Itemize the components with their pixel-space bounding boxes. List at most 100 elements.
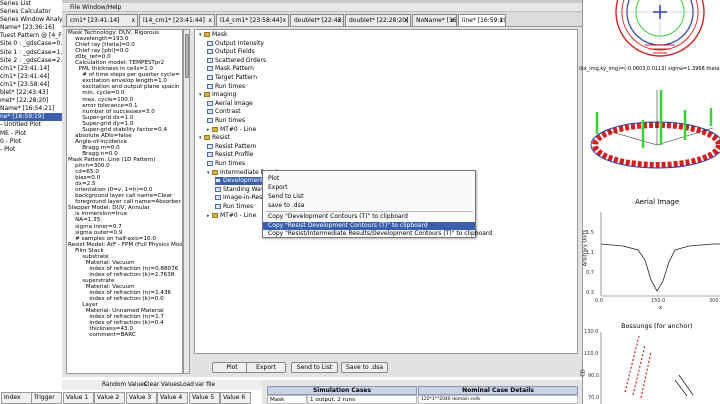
- plot-list-item[interactable]: Site 0 : _gdsCase=0.0: [0, 40, 62, 48]
- bossung-plot: [600, 332, 694, 404]
- tab-label: l14_cm1* [23:41:44]: [143, 17, 205, 24]
- close-icon[interactable]: x: [337, 15, 341, 26]
- aerial-ytick: 1.1: [586, 250, 594, 256]
- case-value: 1 output, 2 runs: [307, 395, 417, 404]
- simulation-cases-header: Simulation Cases: [267, 386, 417, 395]
- context-menu-item[interactable]: Copy "Resist Development Contours (T)" t…: [263, 222, 475, 230]
- plot-list-item[interactable]: Series List: [0, 0, 62, 8]
- tree-node[interactable]: ▸ MT#0 - Line: [207, 212, 256, 220]
- random-values-button[interactable]: Random Values: [102, 380, 147, 390]
- save-dsa-button[interactable]: Save to .dsa: [341, 362, 388, 373]
- plot-list-item[interactable]: Series Window Analyzer: [0, 16, 62, 24]
- tab-4[interactable]: doublet* [22:28:20] x: [345, 14, 411, 26]
- tree-node[interactable]: ▸ MT#0 - Line: [207, 126, 256, 134]
- plot-list-item[interactable]: - Plot: [0, 146, 62, 154]
- tree-node[interactable]: ▾ Imaging: [199, 91, 236, 99]
- plot-list-panel: Series List Series Calculator Series Windo…: [0, 0, 62, 404]
- table-column-header[interactable]: Value 6: [220, 392, 251, 404]
- tree-node[interactable]: Aerial Image: [207, 100, 253, 108]
- tree-node[interactable]: Run times: [207, 83, 245, 91]
- tab-1[interactable]: l14_cm1* [23:41:44] x: [139, 14, 215, 26]
- context-menu-item[interactable]: Copy "Development Contours (T)" to clipb…: [263, 213, 475, 221]
- table-column-header[interactable]: Value 3: [126, 392, 157, 404]
- menu-file[interactable]: File: [70, 3, 80, 12]
- table-column-header[interactable]: Value 2: [94, 392, 125, 404]
- send-to-list-button[interactable]: Send to List: [291, 362, 338, 373]
- table-column-header[interactable]: Value 4: [157, 392, 188, 404]
- close-icon[interactable]: x: [131, 15, 135, 26]
- plot-list-item[interactable]: Name* [23:36:16]: [0, 24, 62, 32]
- series-table-header: Index Trigger Value 1 Value 2 Value 3 Value 4…: [0, 390, 262, 404]
- plot-list-item[interactable]: ne* [16:59:19]: [0, 113, 62, 122]
- plot-list-item[interactable]: met* [22:28:20]: [0, 97, 62, 105]
- var-file-button[interactable]: var file: [195, 380, 215, 390]
- menubar: File Window/Help: [62, 3, 582, 12]
- close-icon[interactable]: x: [282, 15, 286, 26]
- context-menu-item[interactable]: Plot: [263, 175, 475, 183]
- tree-node[interactable]: Development: [215, 177, 264, 186]
- tree-node[interactable]: Target Pattern: [207, 74, 257, 82]
- folder-icon: [204, 135, 210, 141]
- case-name[interactable]: Mask: [267, 395, 307, 404]
- plot-list-item[interactable]: Tuest Pattern @ [4_FF: [0, 32, 62, 40]
- plot-list-item[interactable]: Site 2 : _gdsCase=2.0: [0, 57, 62, 65]
- aerial-x-label: x: [659, 305, 662, 311]
- plot-list-item[interactable]: Series Calculator: [0, 8, 62, 16]
- export-button[interactable]: Export: [246, 362, 286, 373]
- tree-node[interactable]: Output Intensity: [207, 40, 264, 48]
- tree-node[interactable]: ▾ Resist: [199, 134, 230, 142]
- plot-list-item[interactable]: 0 - Plot: [0, 138, 62, 146]
- settings-line: Resist Model: ArF - FPM (Full Physics Mo…: [68, 241, 182, 248]
- settings-scrollbar[interactable]: [183, 29, 190, 374]
- close-icon[interactable]: x: [499, 15, 503, 26]
- plot-item-icon: [207, 75, 213, 80]
- plot-list-item[interactable]: blet* [22:43:43]: [0, 89, 62, 97]
- tree-node[interactable]: Mask Pattern: [207, 65, 254, 73]
- tree-node[interactable]: Output Fields: [207, 48, 255, 56]
- tab-0[interactable]: cm1* [23:41:14] x: [66, 14, 138, 26]
- plot-list-item[interactable]: cm1* [23:58:44]: [0, 81, 62, 89]
- tree-node[interactable]: Run times: [215, 203, 253, 211]
- table-column-header[interactable]: Index: [1, 392, 32, 404]
- context-menu-item[interactable]: Export: [263, 184, 475, 192]
- tree-node-label: MT#0 - Line: [220, 125, 257, 133]
- tree-node[interactable]: Standing Wave: [215, 186, 268, 194]
- table-column-header[interactable]: Value 5: [189, 392, 220, 404]
- tree-node[interactable]: Run times: [207, 160, 245, 168]
- plot-item-icon: [207, 83, 213, 89]
- context-menu-item[interactable]: save to .dsa: [263, 202, 475, 210]
- tree-node[interactable]: Contrast: [207, 108, 241, 116]
- tab-2[interactable]: l14_cm1* [23:58:44] x: [216, 14, 289, 26]
- context-menu-item[interactable]: Send to List: [263, 193, 475, 201]
- tree-node[interactable]: ▾ Mask: [199, 31, 227, 39]
- plot-list-item[interactable]: cm1* [23:41:44]: [0, 73, 62, 81]
- aerial-xtick: 300: [709, 298, 719, 304]
- plot-item-icon: [207, 143, 213, 149]
- plot-list-item[interactable]: cm1* [23:41:14]: [0, 65, 62, 73]
- plot-list-item[interactable]: - Untitled Plot: [0, 121, 62, 129]
- menu-window-help[interactable]: Window/Help: [82, 3, 121, 12]
- load-button[interactable]: Load: [180, 380, 194, 390]
- table-column-header[interactable]: Value 1: [63, 392, 94, 404]
- tree-node-label: Scattered Orders: [215, 56, 267, 64]
- close-icon[interactable]: x: [450, 15, 454, 26]
- plot-list-item[interactable]: Name* [16:54:21]: [0, 105, 62, 113]
- tab-6[interactable]: line* [16:59:19] x: [458, 14, 506, 26]
- tree-node[interactable]: Scattered Orders: [207, 57, 266, 65]
- plot-list-item[interactable]: ME - Plot: [0, 130, 62, 138]
- tab-3[interactable]: doublet* [22:43:43]x: [290, 14, 344, 26]
- plot-list-item[interactable]: Site 1 : _gdsCase=1.0: [0, 49, 62, 57]
- plot-item-icon: [207, 49, 213, 55]
- tree-node[interactable]: Resist Profile: [207, 151, 253, 159]
- close-icon[interactable]: x: [208, 15, 212, 26]
- scrollbar-thumb[interactable]: [185, 34, 189, 78]
- tree-node[interactable]: Run times: [207, 117, 245, 125]
- clear-values-button[interactable]: Clear Values: [144, 380, 180, 390]
- folder-icon: [204, 92, 210, 98]
- tree-node[interactable]: Resist Pattern: [207, 143, 256, 151]
- settings-text-panel: Mask Technology: DUV, Rigorous wavelengt…: [66, 29, 183, 374]
- close-icon[interactable]: x: [404, 15, 408, 26]
- context-menu-item[interactable]: Copy "Resist/Intermediate Results/Develo…: [263, 230, 492, 238]
- tab-5[interactable]: NoName* [16:54:21]x: [412, 14, 457, 26]
- table-column-header[interactable]: Trigger: [31, 392, 62, 404]
